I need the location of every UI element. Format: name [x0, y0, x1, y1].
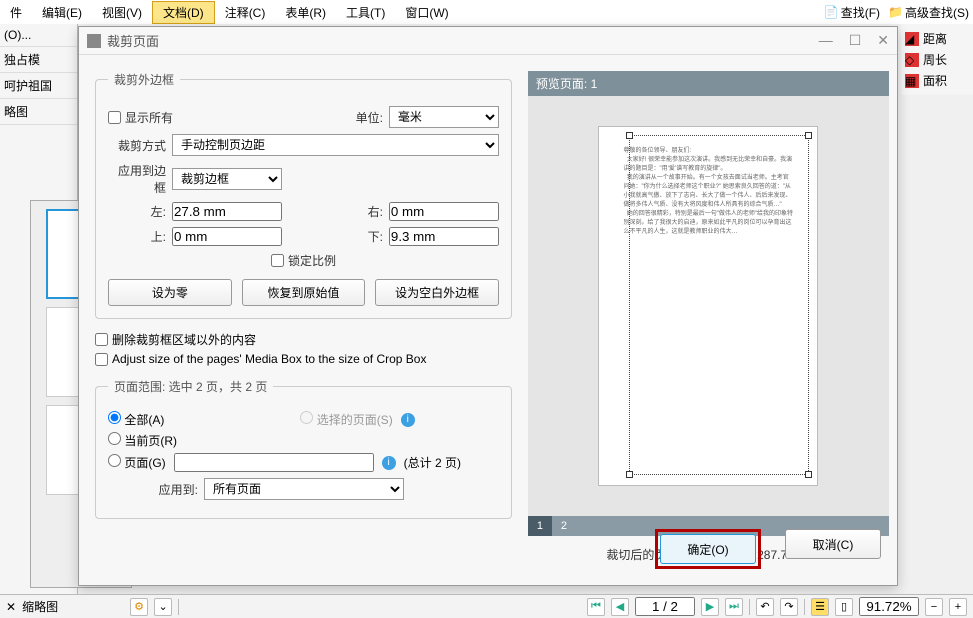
menu-tools[interactable]: 工具(T)	[336, 2, 395, 23]
crop-handle-br[interactable]	[805, 471, 812, 478]
apply-to-select[interactable]: 所有页面	[204, 478, 404, 500]
preview-tab-2[interactable]: 2	[552, 516, 576, 536]
top-margin-label: 上:	[108, 228, 166, 245]
menu-file[interactable]: 件	[0, 2, 32, 23]
crop-handle-tl[interactable]	[626, 132, 633, 139]
lock-ratio-checkbox[interactable]: 锁定比例	[271, 252, 336, 269]
preview-pane: 尊敬的各位领导、朋友们: 大家好! 很荣幸能参加这次演讲。我感到无比荣幸和自豪。…	[528, 96, 889, 516]
menu-bar: 件 编辑(E) 视图(V) 文档(D) 注释(C) 表单(R) 工具(T) 窗口…	[0, 0, 973, 24]
menu-document[interactable]: 文档(D)	[152, 1, 215, 24]
menu-edit[interactable]: 编辑(E)	[32, 2, 92, 23]
maximize-button[interactable]: ☐	[849, 32, 862, 49]
unit-select[interactable]: 毫米	[389, 106, 499, 128]
info-icon: i	[401, 413, 415, 427]
left-label-3: 呵护祖国	[0, 73, 77, 99]
dialog-icon	[87, 34, 101, 48]
ok-highlight-box: 确定(O)	[655, 529, 761, 569]
menu-form[interactable]: 表单(R)	[275, 2, 336, 23]
left-label-4: 略图	[0, 99, 77, 125]
preview-tab-1[interactable]: 1	[528, 516, 552, 536]
menu-window[interactable]: 窗口(W)	[395, 2, 458, 23]
crop-rectangle[interactable]	[629, 135, 809, 475]
ok-button[interactable]: 确定(O)	[660, 534, 756, 564]
bottom-margin-label: 下:	[368, 228, 383, 245]
zoom-in-button[interactable]: +	[949, 598, 967, 616]
crop-handle-tr[interactable]	[805, 132, 812, 139]
layout-icon[interactable]: ▯	[835, 598, 853, 616]
preview-page[interactable]: 尊敬的各位领导、朋友们: 大家好! 很荣幸能参加这次演讲。我感到无比荣幸和自豪。…	[598, 126, 818, 486]
gear-icon[interactable]: ⚙	[130, 598, 148, 616]
page-range-group: 页面范围: 选中 2 页，共 2 页 全部(A) 选择的页面(S) i 当前页(…	[95, 378, 512, 519]
tool-perimeter[interactable]: ◇周长	[905, 49, 969, 70]
apply-border-select[interactable]: 裁剪边框	[172, 168, 282, 190]
crop-margins-group: 裁剪外边框 显示所有 单位: 毫米 裁剪方式 手动控制页边距 应用到边框 裁剪边…	[95, 71, 512, 319]
radio-current[interactable]: 当前页(R)	[108, 432, 177, 449]
first-page-button[interactable]: ⏮	[587, 598, 605, 616]
pages-input[interactable]	[174, 453, 374, 472]
bottom-margin-input[interactable]	[389, 227, 499, 246]
crop-handle-bl[interactable]	[626, 471, 633, 478]
tool-distance[interactable]: ◢距离	[905, 28, 969, 49]
redo-icon[interactable]: ↷	[780, 598, 798, 616]
dialog-titlebar: 裁剪页面 — ☐ ✕	[79, 27, 897, 55]
radio-pages[interactable]: 页面(G)	[108, 454, 166, 471]
minimize-button[interactable]: —	[819, 32, 833, 49]
set-blank-button[interactable]: 设为空白外边框	[375, 279, 499, 306]
last-page-button[interactable]: ⏭	[725, 598, 743, 616]
delete-outside-checkbox[interactable]: 删除裁剪框区域以外的内容	[95, 331, 512, 348]
menu-view[interactable]: 视图(V)	[92, 2, 152, 23]
left-margin-input[interactable]	[172, 202, 282, 221]
status-bar: ✕ 缩略图 ⚙ ⌄ ⏮ ◀ ▶ ⏭ ↶ ↷ ☰ ▯ − +	[0, 594, 973, 618]
top-margin-input[interactable]	[172, 227, 282, 246]
zoom-indicator[interactable]	[859, 597, 919, 616]
prev-page-button[interactable]: ◀	[611, 598, 629, 616]
preview-header: 预览页面: 1	[528, 71, 889, 96]
crop-mode-label: 裁剪方式	[108, 137, 166, 154]
info-icon-2: i	[382, 456, 396, 470]
unit-label: 单位:	[356, 109, 383, 126]
left-margin-label: 左:	[108, 203, 166, 220]
left-label-1: (O)...	[0, 24, 77, 47]
apply-to-label: 应用到:	[108, 481, 198, 498]
apply-border-label: 应用到边框	[108, 162, 166, 196]
dropdown-icon[interactable]: ⌄	[154, 598, 172, 616]
right-margin-input[interactable]	[389, 202, 499, 221]
total-pages-label: (总计 2 页)	[404, 454, 461, 471]
zoom-out-button[interactable]: −	[925, 598, 943, 616]
dialog-title: 裁剪页面	[107, 31, 159, 50]
crop-group-legend: 裁剪外边框	[108, 71, 180, 88]
crop-mode-select[interactable]: 手动控制页边距	[172, 134, 499, 156]
tool-area[interactable]: ▦面积	[905, 70, 969, 91]
page-indicator[interactable]	[635, 597, 695, 616]
advanced-find-button[interactable]: 📁 高级查找(S)	[888, 4, 969, 21]
right-tool-panel: ◢距离 ◇周长 ▦面积	[901, 24, 973, 95]
radio-all[interactable]: 全部(A)	[108, 411, 164, 428]
crop-dialog: 裁剪页面 — ☐ ✕ 裁剪外边框 显示所有 单位: 毫米 裁剪方式 手动控制页边…	[78, 26, 898, 586]
close-button[interactable]: ✕	[877, 32, 889, 49]
status-close-icon[interactable]: ✕	[6, 600, 16, 614]
undo-icon[interactable]: ↶	[756, 598, 774, 616]
fit-icon[interactable]: ☰	[811, 598, 829, 616]
cancel-button[interactable]: 取消(C)	[785, 529, 881, 559]
left-label-2: 独占模	[0, 47, 77, 73]
thumbnail-tab-label[interactable]: 缩略图	[22, 598, 58, 615]
next-page-button[interactable]: ▶	[701, 598, 719, 616]
restore-button[interactable]: 恢复到原始值	[242, 279, 366, 306]
adjust-media-checkbox[interactable]: Adjust size of the pages' Media Box to t…	[95, 352, 512, 366]
radio-selected[interactable]: 选择的页面(S)	[300, 411, 392, 428]
show-all-checkbox[interactable]: 显示所有	[108, 109, 173, 126]
find-button[interactable]: 📄 查找(F)	[824, 4, 880, 21]
right-margin-label: 右:	[368, 203, 383, 220]
menu-comment[interactable]: 注释(C)	[215, 2, 276, 23]
set-zero-button[interactable]: 设为零	[108, 279, 232, 306]
page-range-legend: 页面范围: 选中 2 页，共 2 页	[108, 378, 273, 395]
